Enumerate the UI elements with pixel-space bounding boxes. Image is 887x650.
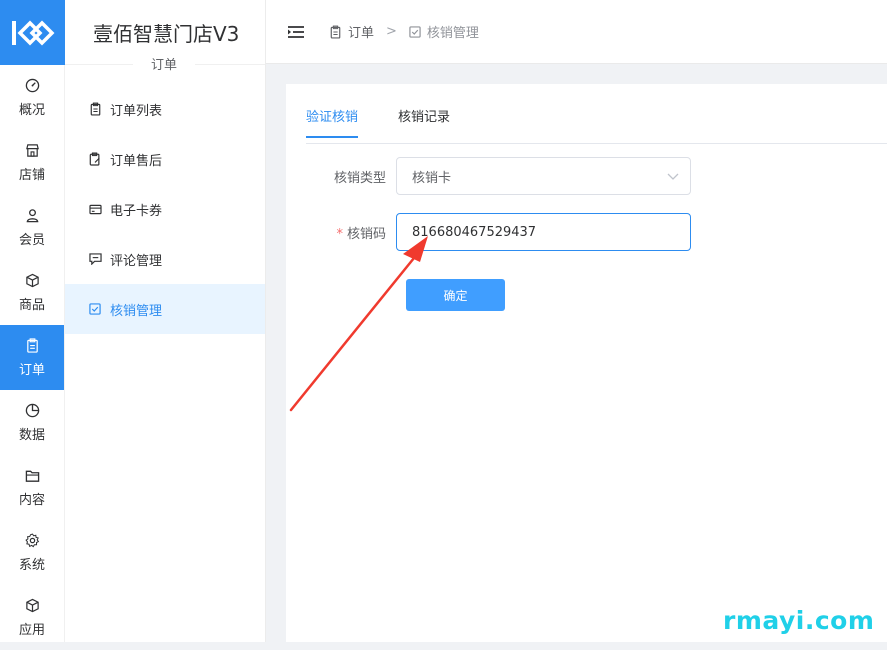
content-panel: 验证核销 核销记录 核销类型 核销卡 *核销码 确定 [286,84,887,642]
rail-item-label: 内容 [18,492,45,508]
checkbox-icon [88,302,102,316]
sub-item-label: 订单售后 [110,153,163,169]
required-mark: * [336,226,343,242]
section-label: 订单 [133,54,196,73]
breadcrumb: 订单 > 核销管理 [330,22,479,41]
type-select-value: 核销卡 [412,170,452,186]
rail-item-label: 数据 [18,427,45,443]
rail-item-data[interactable]: 数据 [0,390,64,455]
confirm-button[interactable]: 确定 [406,279,505,311]
folder-icon [24,468,40,484]
rail-item-orders[interactable]: 订单 [0,325,64,390]
store-icon [24,143,40,159]
sub-menu: 壹佰智慧门店V3 订单 订单列表 订单售后 电子卡券 评论管理 核销管理 [65,0,266,642]
clipboard-icon [330,25,342,39]
sub-item-order-list[interactable]: 订单列表 [65,84,265,134]
box-icon [24,273,40,289]
top-bar: 订单 > 核销管理 [266,0,887,64]
rail-item-label: 系统 [18,557,45,573]
type-select[interactable]: 核销卡 [396,157,691,195]
sub-item-e-vouchers[interactable]: 电子卡券 [65,184,265,234]
rail-item-label: 商品 [18,297,45,313]
rail-item-content[interactable]: 内容 [0,455,64,520]
dashboard-icon [24,78,40,94]
rail-item-store[interactable]: 店铺 [0,130,64,195]
code-label-text: 核销码 [346,226,386,242]
tabs-divider [306,143,887,144]
rail-item-products[interactable]: 商品 [0,260,64,325]
logo-icon [11,20,54,45]
clipboard-icon [88,102,102,116]
rail-item-overview[interactable]: 概况 [0,65,64,130]
comment-icon [88,252,102,266]
card-icon [88,202,102,216]
tab-records[interactable]: 核销记录 [398,106,450,138]
sub-item-label: 评论管理 [110,253,163,269]
menu-toggle-icon[interactable] [288,25,304,39]
rail-item-label: 订单 [18,362,45,378]
gear-icon [24,533,40,549]
rail-item-members[interactable]: 会员 [0,195,64,260]
watermark: rmayi.com [723,606,875,635]
sub-item-reviews[interactable]: 评论管理 [65,234,265,284]
breadcrumb-separator: > [386,24,397,39]
sub-item-label: 电子卡券 [110,203,163,219]
clipboard-icon [24,338,40,354]
clipboard-edit-icon [88,152,102,166]
form-row-code: * 核销码 [306,213,691,251]
sub-item-after-sales[interactable]: 订单售后 [65,134,265,184]
tabs: 验证核销 核销记录 [306,106,490,138]
rail-item-system[interactable]: 系统 [0,520,64,585]
rail-item-label: 店铺 [18,167,45,183]
chevron-down-icon [667,169,679,184]
sub-item-label: 核销管理 [110,303,163,319]
type-label: 核销类型 [333,170,386,186]
tab-verify[interactable]: 验证核销 [306,106,359,138]
sub-item-redemption[interactable]: 核销管理 [65,284,265,334]
rail-item-label: 应用 [18,622,45,638]
app-logo[interactable] [0,0,65,65]
code-input[interactable] [396,213,691,251]
breadcrumb-parent[interactable]: 订单 [348,22,374,41]
icon-rail: 概况 店铺 会员 商品 订单 数据 内容 系统 应用 [0,0,65,642]
user-icon [24,208,40,224]
rail-item-apps[interactable]: 应用 [0,585,64,650]
checkbox-icon [409,25,421,39]
rail-item-label: 概况 [18,102,45,118]
breadcrumb-current: 核销管理 [426,26,479,41]
pie-chart-icon [24,403,40,419]
sub-item-label: 订单列表 [110,103,163,119]
code-label: * 核销码 [306,223,396,242]
cube-icon [24,598,40,614]
form-row-type: 核销类型 核销卡 [306,157,691,195]
rail-item-label: 会员 [18,232,45,248]
